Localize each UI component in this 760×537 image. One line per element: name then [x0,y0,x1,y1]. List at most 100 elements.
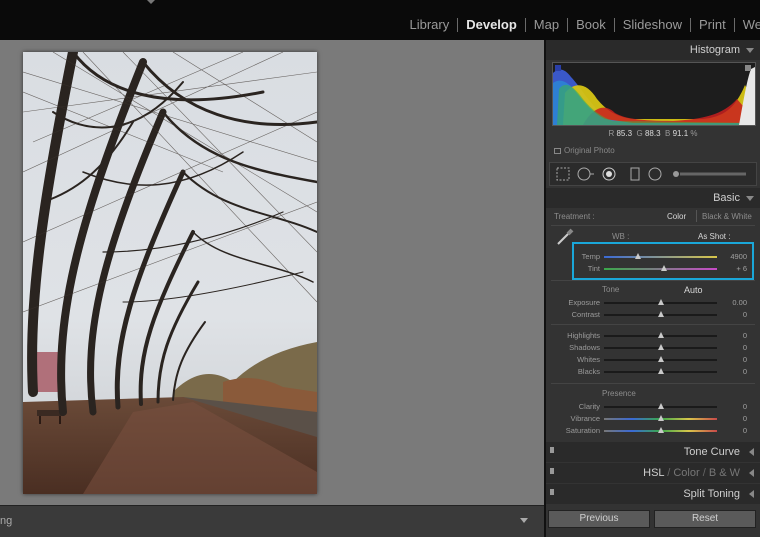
exposure-knob[interactable] [657,299,664,305]
tool-strip-icons [556,167,746,181]
module-develop[interactable]: Develop [458,17,525,32]
histogram-graph[interactable] [552,62,756,126]
vibrance-value[interactable]: 0 [743,414,747,423]
exposure-value[interactable]: 0.00 [732,298,747,307]
contrast-value[interactable]: 0 [743,310,747,319]
histogram-title: Histogram [689,44,740,56]
treatment-color-option[interactable]: Color [667,212,686,221]
treatment-label: Treatment : [554,212,595,221]
whites-slider-row[interactable]: Whites 0 [546,354,760,366]
auto-tone-button[interactable]: Auto [684,285,703,295]
vibrance-slider-row[interactable]: Vibrance 0 [546,413,760,425]
clarity-knob[interactable] [657,403,664,409]
tint-slider-row[interactable]: Tint + 6 [546,263,760,275]
module-map[interactable]: Map [526,17,567,32]
unit-label: % [690,129,698,138]
g-label: G [636,129,643,138]
clarity-slider-row[interactable]: Clarity 0 [546,401,760,413]
expand-triangle-icon[interactable] [749,448,754,456]
saturation-label: Saturation [565,426,600,435]
panel-switch-icon[interactable] [550,468,554,474]
divider-line [551,280,755,281]
shadows-knob[interactable] [657,344,664,350]
basic-header[interactable]: Basic [546,188,760,208]
temp-value[interactable]: 4900 [730,252,747,261]
temp-track[interactable] [604,256,717,258]
saturation-slider-row[interactable]: Saturation 0 [546,425,760,437]
radial-filter-icon [648,167,662,181]
temp-knob[interactable] [634,253,641,259]
collapse-triangle-icon[interactable] [746,48,754,53]
tint-value[interactable]: + 6 [736,264,747,273]
tint-knob[interactable] [660,265,667,271]
spot-removal-icon [577,167,594,181]
wb-preset-select[interactable]: As Shot : [698,232,730,241]
g-value: 88.3 [644,129,661,138]
hsl-header[interactable]: HSL / Color / B & W [546,463,760,483]
blacks-slider-row[interactable]: Blacks 0 [546,366,760,378]
whites-knob[interactable] [657,356,664,362]
photo-preview[interactable] [23,52,317,494]
reset-button[interactable]: Reset [654,510,756,528]
adjustment-brush-icon [673,171,746,177]
tab-hsl[interactable]: HSL [643,467,664,479]
wb-label: WB : [612,232,630,241]
divider-line [551,324,755,325]
shadows-slider-row[interactable]: Shadows 0 [546,342,760,354]
tone-curve-header[interactable]: Tone Curve [546,442,760,462]
panel-switch-icon[interactable] [550,447,554,453]
panel-switch-icon[interactable] [550,489,554,495]
module-book[interactable]: Book [568,17,614,32]
tab-color[interactable]: Color [673,467,699,479]
whites-value[interactable]: 0 [743,355,747,364]
shadows-value[interactable]: 0 [743,343,747,352]
presence-label: Presence [602,389,636,398]
highlights-value[interactable]: 0 [743,331,747,340]
vibrance-knob[interactable] [657,415,664,421]
module-print[interactable]: Print [691,17,734,32]
exposure-slider-row[interactable]: Exposure 0.00 [546,297,760,309]
treatment-bw-option[interactable]: Black & White [702,212,752,221]
saturation-knob[interactable] [657,427,664,433]
original-photo-checkbox[interactable] [554,147,561,154]
panel-collapse-marker[interactable] [147,0,155,4]
expand-triangle-icon[interactable] [749,469,754,477]
collapse-triangle-icon[interactable] [746,196,754,201]
whites-label: Whites [577,355,600,364]
blacks-knob[interactable] [657,368,664,374]
exposure-label: Exposure [568,298,600,307]
saturation-value[interactable]: 0 [743,426,747,435]
contrast-slider-row[interactable]: Contrast 0 [546,309,760,321]
expand-triangle-icon[interactable] [749,490,754,498]
histogram-header[interactable]: Histogram [546,40,760,60]
previous-button[interactable]: Previous [548,510,650,528]
temp-slider-row[interactable]: Temp 4900 [546,251,760,263]
module-web[interactable]: We [735,17,760,32]
tab-bw[interactable]: B & W [709,467,740,479]
module-library[interactable]: Library [401,17,457,32]
graduated-filter-icon [630,167,640,181]
basic-title: Basic [713,192,740,204]
histogram-plot [553,65,755,125]
rgb-readout: R 85.3 G 88.3 B 91.1 % [546,129,760,138]
clarity-value[interactable]: 0 [743,402,747,411]
blacks-value[interactable]: 0 [743,367,747,376]
temp-label: Temp [581,252,600,261]
clarity-label: Clarity [578,402,600,411]
toolbar-dropdown-icon[interactable] [520,518,528,523]
develop-right-panel: Histogram R 85.3 G 88.3 B 91.1 % Origina… [546,40,760,537]
contrast-knob[interactable] [657,311,664,317]
filmstrip-toolbar: ng [0,505,544,537]
highlights-slider-row[interactable]: Highlights 0 [546,330,760,342]
original-photo-toggle[interactable]: Original Photo [554,146,615,155]
module-slideshow[interactable]: Slideshow [615,17,690,32]
module-picker: Library Develop Map Book Slideshow Print… [401,17,760,32]
image-canvas[interactable] [0,40,544,505]
crop-icon [556,167,570,181]
b-label: B [665,129,671,138]
highlights-knob[interactable] [657,332,664,338]
split-toning-header[interactable]: Split Toning [546,484,760,504]
tint-label: Tint [587,264,600,273]
r-value: 85.3 [616,129,633,138]
photo-image [23,52,317,494]
